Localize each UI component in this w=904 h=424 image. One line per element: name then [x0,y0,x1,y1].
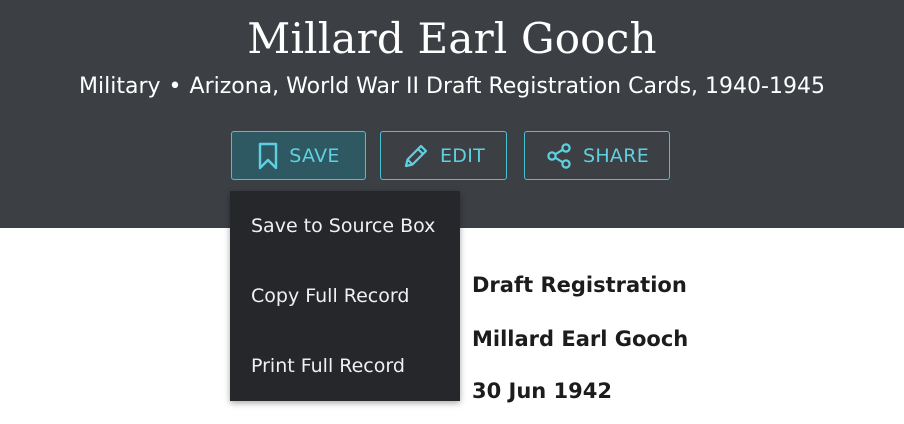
record-subtitle: Military • Arizona, World War II Draft Reg… [0,74,904,99]
share-icon [547,142,571,169]
menu-item-copy-full-record[interactable]: Copy Full Record [230,261,460,331]
menu-item-print-full-record[interactable]: Print Full Record [230,331,460,401]
page-title: Millard Earl Gooch [247,14,657,63]
share-button-label: SHARE [582,144,650,167]
record-type: Draft Registration [472,273,687,297]
edit-button[interactable]: EDIT [380,131,507,180]
bookmark-icon [259,142,278,169]
separator-dot: • [168,74,182,99]
save-button[interactable]: SAVE [231,131,366,180]
pencil-icon [404,144,428,167]
edit-button-label: EDIT [439,144,486,167]
menu-item-save-to-source-box[interactable]: Save to Source Box [230,191,460,261]
record-name: Millard Earl Gooch [472,327,689,351]
share-button[interactable]: SHARE [524,131,670,180]
record-date: 30 Jun 1942 [472,379,613,403]
record-collection: Arizona, World War II Draft Registration… [189,74,825,99]
save-dropdown-menu: Save to Source Box Copy Full Record Prin… [230,191,460,401]
record-category: Military [79,74,161,99]
save-button-label: SAVE [289,144,340,167]
